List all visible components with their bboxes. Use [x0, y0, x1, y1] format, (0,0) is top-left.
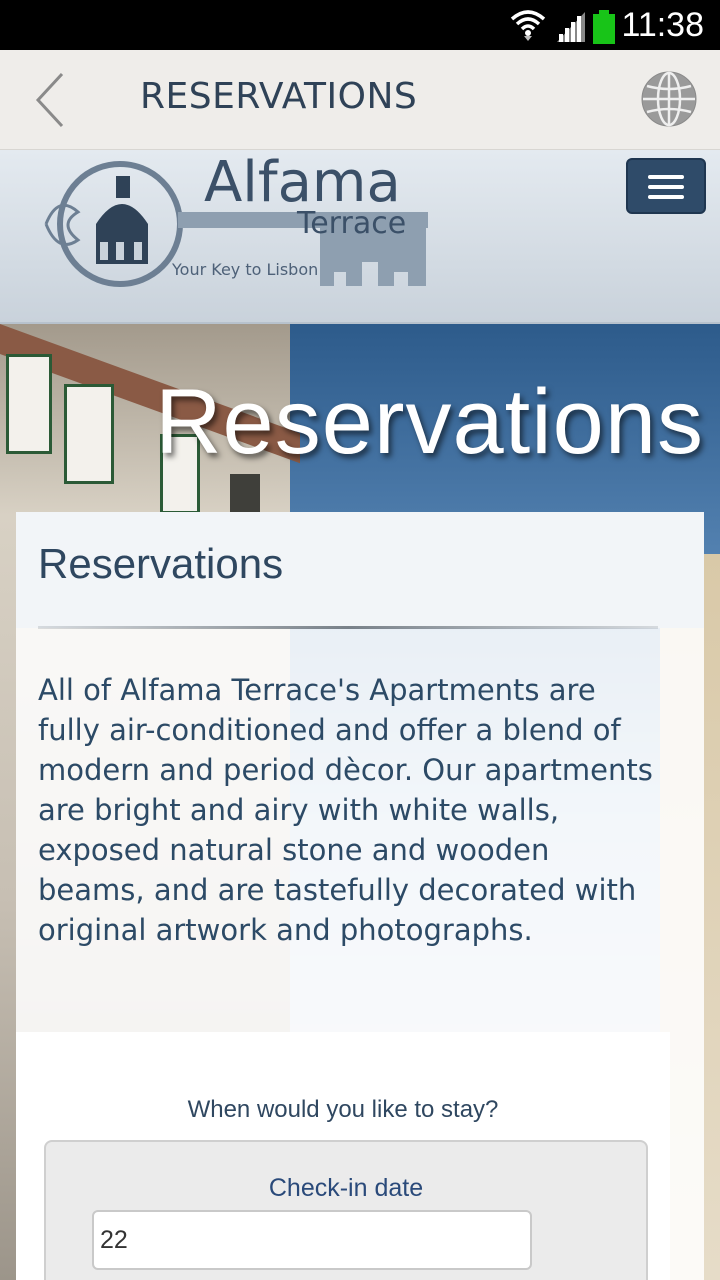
page-title: RESERVATIONS [140, 76, 418, 117]
checkin-label: Check-in date [268, 1174, 424, 1202]
hamburger-menu-icon [648, 175, 684, 179]
signal-icon [557, 12, 585, 42]
language-button[interactable] [640, 70, 698, 128]
card-title: Reservations [38, 540, 284, 587]
back-button[interactable] [28, 70, 78, 130]
status-bar: 11:38 [0, 0, 720, 50]
brand-subtitle: Terrace [297, 206, 407, 241]
card-description: All of Alfama Terrace's Apartments are f… [38, 673, 653, 947]
divider [38, 626, 658, 629]
brand-tagline: Your Key to Lisbon [172, 260, 319, 279]
logo-bar: Alfama Terrace Your Key to Lisbon [0, 150, 720, 324]
status-time: 11:38 [621, 6, 704, 44]
chevron-left-icon [35, 72, 64, 128]
globe-icon [641, 71, 697, 127]
app-header: RESERVATIONS [0, 50, 720, 150]
stay-question: When would you like to stay? [187, 1096, 499, 1123]
hero-title: Reservations [155, 371, 704, 473]
battery-icon [593, 10, 615, 44]
menu-button[interactable] [626, 158, 706, 214]
wifi-icon [510, 10, 546, 41]
reservation-form: When would you like to stay? Check-in da… [16, 1032, 670, 1280]
date-picker-panel: Check-in date 22 [44, 1140, 648, 1280]
card-header: Reservations [16, 512, 704, 628]
checkin-date-input[interactable]: 22 [92, 1210, 532, 1270]
